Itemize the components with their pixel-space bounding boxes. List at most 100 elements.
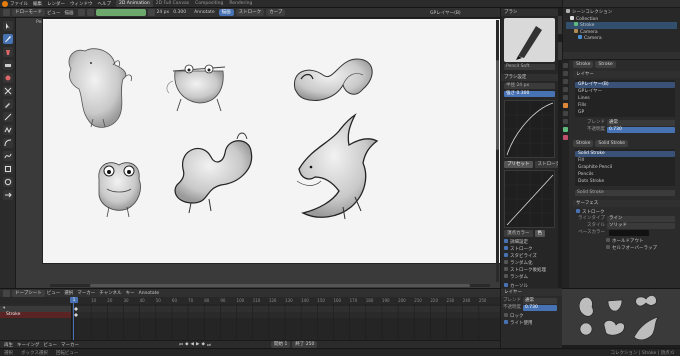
curve-dropdown[interactable]: カーブ [266,9,286,16]
stroke-subsection[interactable]: ストローク [573,209,680,215]
cutter-tool-icon[interactable] [2,86,13,96]
color-swatch[interactable] [95,9,146,16]
material-row[interactable]: Graphite Pencil [575,165,675,171]
keying-menu[interactable]: キーイング [17,342,40,348]
checkbox-icon[interactable] [504,313,508,317]
material-row[interactable]: Solid Stroke [575,151,675,157]
checkbox-icon[interactable] [504,246,508,250]
self-overlap-row[interactable]: セルフオーバーラップ [573,245,680,251]
drawing-canvas[interactable] [42,18,504,264]
line-type-dropdown[interactable]: ライン [607,216,675,222]
line-tool-icon[interactable] [2,112,13,122]
option-row-randomize[interactable]: ランダム化 [501,260,558,266]
checkbox-icon[interactable] [504,253,508,257]
randomize-curve-widget[interactable] [504,170,555,228]
outliner-item-camera-data[interactable]: Camera [566,35,677,42]
menu-render[interactable]: レンダー [47,1,65,7]
fill-tool-icon[interactable] [2,47,13,57]
holdout-row[interactable]: ホールドアウト [573,238,680,244]
color-icon[interactable] [86,9,94,16]
active-layer-label[interactable]: GPレイヤー(B) [430,10,461,16]
layer-row[interactable]: Lines [575,96,675,102]
menu-window[interactable]: ウィンドウ [70,1,93,7]
tab-vertex-color[interactable]: 頂点カラー [504,230,533,237]
tl-lights-row[interactable]: ライト使用 [501,320,562,326]
layers-section-header[interactable]: レイヤー [573,71,680,78]
world-tab-icon[interactable] [563,95,568,100]
object-data-field[interactable]: Stroke [595,60,616,68]
menu-file[interactable]: ファイル [10,1,28,7]
workspace-tab-2d-full-canvas[interactable]: 2D Full Canvas [153,0,192,7]
workspace-tab-rendering[interactable]: Rendering [226,0,255,7]
dopesheet-editor-icon[interactable] [3,289,10,297]
timeline-view-menu[interactable]: ビュー [44,342,58,348]
strength-field[interactable]: 強さ 0.300 [504,91,555,97]
tool-tab-icon[interactable] [563,63,568,68]
tl-blend-dropdown[interactable]: 通常 [523,298,557,304]
current-frame-indicator[interactable]: 1 [70,297,78,303]
material-object-field[interactable]: Stroke [573,139,594,147]
option-row-post-process[interactable]: ストローク後処理 [501,267,558,273]
dopesheet-menu-select[interactable]: 選択 [64,290,73,296]
option-row-stroke[interactable]: ストローク [501,246,558,252]
menu-edit[interactable]: 編集 [33,1,42,7]
channel-stroke[interactable]: Stroke [0,312,71,318]
checkbox-icon[interactable] [504,239,508,243]
play-icon[interactable]: ▶ [196,342,199,347]
timeline-layer-header[interactable]: レイヤー [501,289,562,296]
draw-tool-icon[interactable] [2,34,13,44]
editor-type-icon[interactable] [3,9,10,16]
arc-tool-icon[interactable] [2,138,13,148]
checkbox-icon[interactable] [504,267,508,271]
box-tool-icon[interactable] [2,164,13,174]
material-tab-icon[interactable] [563,135,568,140]
view-menu[interactable]: ビュー [47,10,61,16]
pressure-curve-widget[interactable] [504,100,555,158]
material-icon[interactable] [147,9,155,16]
material-slot-field[interactable]: Solid Stroke [595,139,629,147]
material-row[interactable]: Pencils [575,172,675,178]
viewport-vertical-scrollbar[interactable] [496,20,499,282]
surface-section-header[interactable]: サーフェス [573,200,680,207]
option-row-stabilize[interactable]: スタビライズ [501,253,558,259]
menu-help[interactable]: ヘルプ [98,1,112,7]
checkbox-icon[interactable] [606,245,610,249]
circle-tool-icon[interactable] [2,177,13,187]
layer-row[interactable]: Fills [575,103,675,109]
style-dropdown[interactable]: ソリッド [607,223,675,229]
playback-menu[interactable]: 再生 [4,342,13,348]
tint-tool-icon[interactable] [2,73,13,83]
brush-section-header[interactable]: ブラシ [501,9,558,16]
mode-dropdown[interactable]: ドローモード [12,9,45,16]
dopesheet-menu-key[interactable]: キー [126,290,135,296]
radius-field[interactable]: 半径 24 px [504,83,555,89]
layer-row[interactable]: GPレイヤー(B) [575,82,675,88]
play-reverse-icon[interactable]: ◀ [191,342,194,347]
radius-readout[interactable]: 24 px [157,10,170,15]
layer-row[interactable]: GP [575,110,675,116]
timeline-marker-menu[interactable]: マーカー [61,342,79,348]
prev-key-icon[interactable]: ◆ [185,342,188,347]
blend-dropdown[interactable]: 通常 [607,120,675,126]
render-tab-icon[interactable] [563,71,568,76]
blender-logo-icon[interactable] [2,1,8,7]
start-frame-field[interactable]: 開始 1 [271,341,291,348]
option-row-random[interactable]: ランダム [501,274,558,280]
layer-dropdown[interactable]: 描画 [218,9,234,16]
draw-menu[interactable]: 描画 [65,10,74,16]
next-key-icon[interactable]: ◆ [201,342,204,347]
curve-tool-icon[interactable] [2,151,13,161]
polyline-tool-icon[interactable] [2,125,13,135]
jump-start-icon[interactable]: ⏮ [179,342,183,348]
dopesheet-menu-marker[interactable]: マーカー [77,290,95,296]
dopesheet-filter[interactable]: Annotate [139,291,160,296]
tl-lock-row[interactable]: ロック [501,313,562,319]
brush-preview[interactable] [504,18,555,62]
option-row-advanced[interactable]: 詳細設定 [501,239,558,245]
workspace-tab-2d-animation[interactable]: 2D Animation [116,0,153,7]
object-name-field[interactable]: Stroke [573,60,594,68]
dopesheet-menu-channel[interactable]: チャンネル [99,290,121,296]
material-row[interactable]: Dots Stroke [575,179,675,185]
effects-tab-icon[interactable] [563,119,568,124]
dopesheet-mode-dropdown[interactable]: ドープシート [12,289,45,297]
